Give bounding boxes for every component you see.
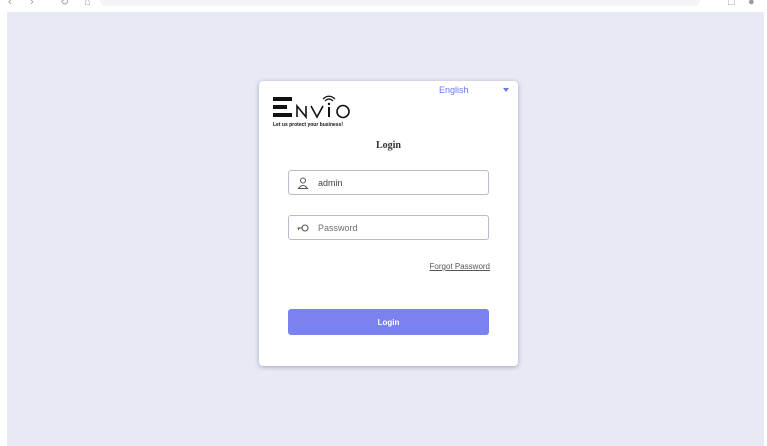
- login-card: English Let us protect your business! Lo…: [259, 81, 518, 366]
- envio-logo: [273, 95, 350, 120]
- username-field[interactable]: [288, 170, 489, 195]
- form-title: Login: [375, 140, 401, 151]
- password-input[interactable]: [318, 219, 478, 236]
- extensions-icon[interactable]: □: [728, 0, 735, 8]
- forward-icon[interactable]: ›: [30, 0, 34, 8]
- reload-icon[interactable]: ↻: [60, 0, 69, 8]
- username-input[interactable]: [318, 174, 478, 191]
- key-icon: [297, 224, 309, 232]
- home-icon[interactable]: ⌂: [84, 0, 91, 8]
- brand-tagline: Let us protect your business!: [273, 122, 344, 128]
- language-label: English: [439, 85, 469, 95]
- user-icon: [297, 177, 309, 189]
- password-field[interactable]: [288, 215, 489, 240]
- profile-icon[interactable]: ●: [748, 0, 755, 8]
- forgot-password-link[interactable]: Forgot Password: [430, 262, 490, 271]
- browser-toolbar: ‹ › ↻ ⌂ □ ●: [0, 0, 767, 12]
- language-select[interactable]: English: [439, 85, 509, 95]
- address-bar[interactable]: [100, 0, 700, 6]
- login-button[interactable]: Login: [288, 309, 489, 335]
- back-icon[interactable]: ‹: [8, 0, 12, 8]
- chevron-down-icon: [503, 88, 509, 92]
